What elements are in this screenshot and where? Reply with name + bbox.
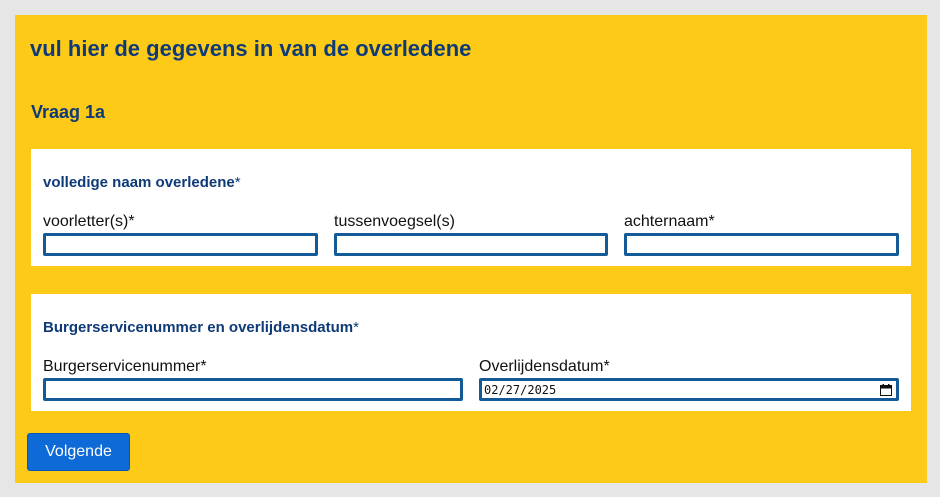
required-mark: * <box>353 319 359 336</box>
form-panel: vul hier de gegevens in van de overleden… <box>15 15 927 483</box>
date-of-death-label: Overlijdensdatum* <box>479 358 610 375</box>
next-button[interactable]: Volgende <box>27 433 130 471</box>
required-mark: * <box>234 174 241 191</box>
initials-input[interactable] <box>43 233 318 256</box>
bsn-section-heading: Burgerservicenummer en overlijdensdatum* <box>43 319 359 336</box>
page-title: vul hier de gegevens in van de overleden… <box>30 36 472 61</box>
date-of-death-input[interactable]: 02/27/2025 <box>479 378 899 401</box>
name-section-heading: volledige naam overledene* <box>43 174 241 191</box>
surname-input[interactable] <box>624 233 899 256</box>
bsn-section-heading-text: Burgerservicenummer en overlijdensdatum <box>43 319 354 336</box>
question-label: Vraag 1a <box>31 102 106 122</box>
infix-label: tussenvoegsel(s) <box>334 213 455 230</box>
name-section-card: volledige naam overledene* voorletter(s)… <box>31 149 911 266</box>
calendar-icon[interactable] <box>880 383 892 396</box>
date-of-death-value: 02/27/2025 <box>484 382 557 397</box>
initials-label: voorletter(s)* <box>43 213 135 230</box>
bsn-section-card: Burgerservicenummer en overlijdensdatum*… <box>31 294 911 411</box>
surname-label: achternaam* <box>624 213 715 230</box>
bsn-input[interactable] <box>43 378 463 401</box>
infix-input[interactable] <box>334 233 608 256</box>
name-section-heading-text: volledige naam overledene <box>43 174 235 191</box>
bsn-label: Burgerservicenummer* <box>43 358 207 375</box>
